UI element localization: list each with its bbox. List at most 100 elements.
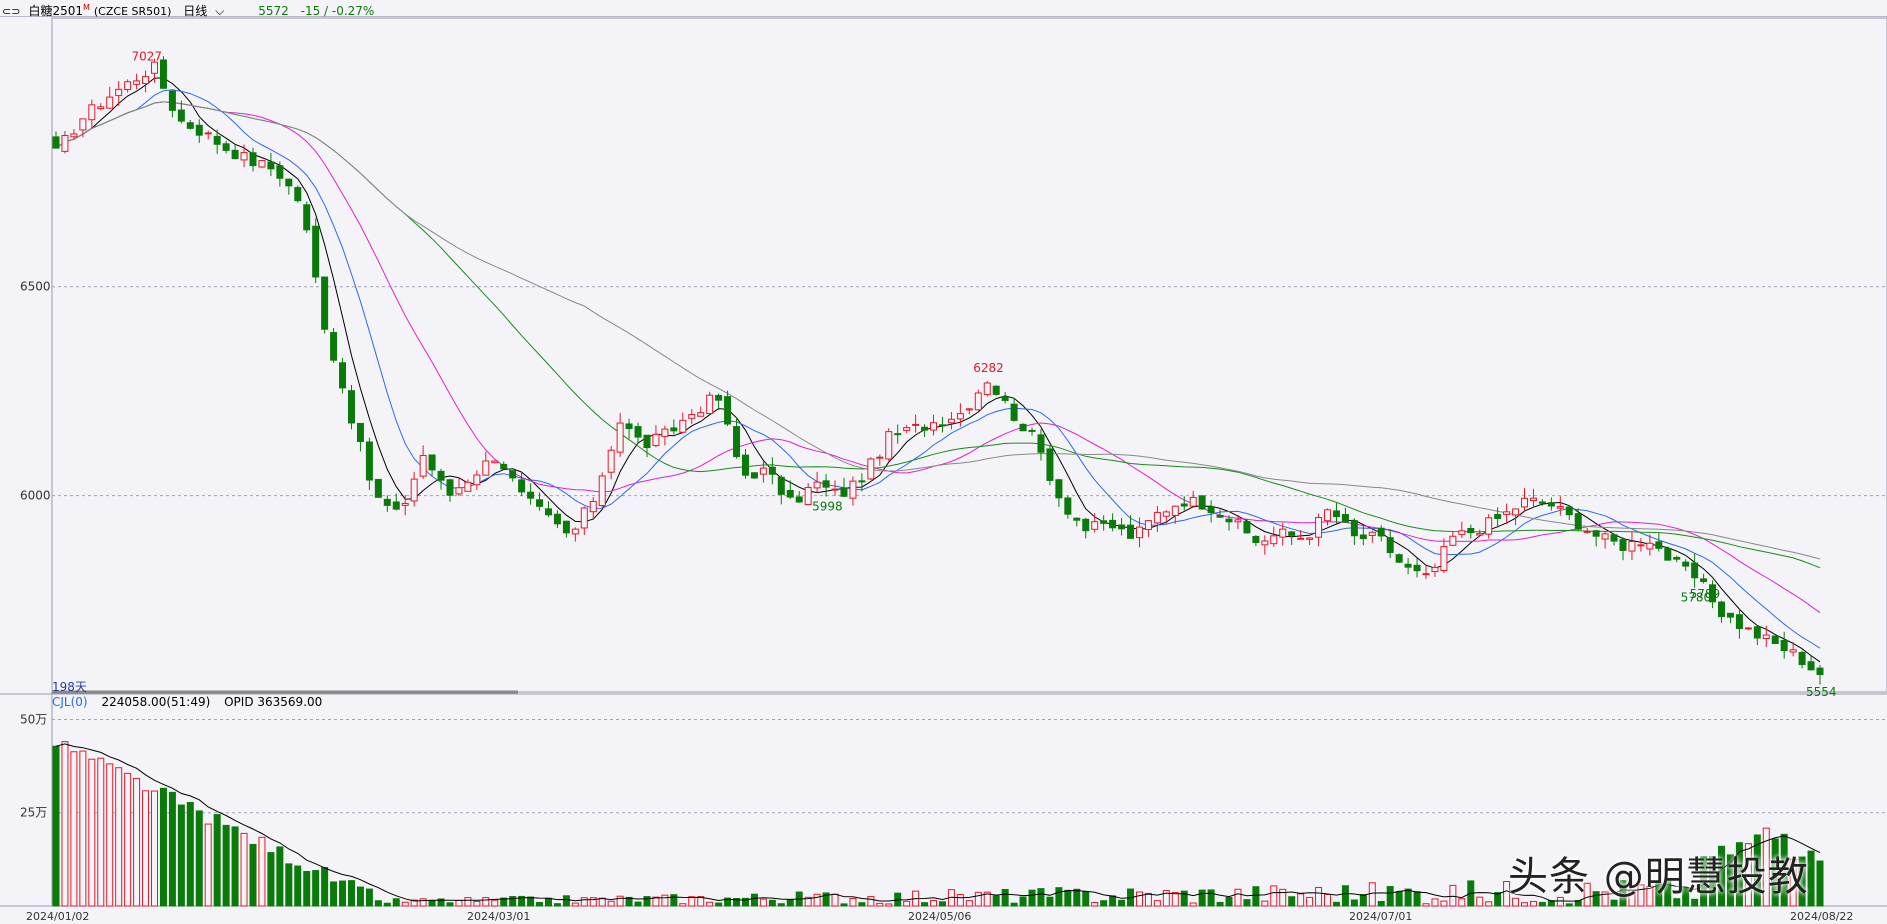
volume-bar <box>867 896 875 907</box>
candle-body <box>159 59 167 89</box>
volume-bar <box>1252 886 1260 907</box>
volume-bar <box>446 902 454 907</box>
candle-body <box>276 165 284 179</box>
link-icon[interactable]: ⊂⊃ <box>2 4 20 20</box>
volume-bar <box>258 836 266 907</box>
candle-body <box>1324 509 1332 522</box>
volume-bar <box>697 896 705 907</box>
title-bar: ⊂⊃ 白糖2501M (CZCE SR501) 日线 ⌵ 5572 -15 / -0… <box>0 0 1887 20</box>
candle-body <box>1718 601 1726 618</box>
candle-body <box>150 61 158 74</box>
ma-legend: MA组合(5,10,20,40,60,0) ⌵ MA5 5619.20 MA10 … <box>52 16 736 34</box>
volume-bar <box>1207 889 1215 907</box>
candle-body <box>1467 527 1475 534</box>
candle-body <box>974 392 982 411</box>
volume-bar <box>715 902 723 907</box>
candle-body <box>634 426 642 438</box>
candle-body <box>401 502 409 506</box>
volume-bar <box>1180 890 1188 907</box>
volume-bar <box>1485 901 1493 907</box>
ma-group-selector[interactable]: MA组合(5,10,20,40,60,0) ⌵ <box>52 18 228 32</box>
candle-body <box>1153 511 1161 524</box>
candle-body <box>267 161 275 170</box>
candle-body <box>912 423 920 426</box>
candle-body <box>473 474 481 486</box>
volume-bar <box>1315 886 1323 907</box>
candle-body <box>1422 573 1430 576</box>
volume-bar <box>303 870 311 907</box>
days-label: 198天 <box>52 680 87 694</box>
volume-bar <box>1189 902 1197 907</box>
volume-bar <box>1324 893 1332 907</box>
candle-body <box>1735 614 1743 630</box>
candle-body <box>303 204 311 231</box>
volume-bar <box>347 880 355 907</box>
candle-body <box>1332 510 1340 518</box>
candle-body <box>419 455 427 477</box>
candle-body <box>589 500 597 513</box>
candle-body <box>1646 542 1654 550</box>
volume-tick-label: 50万 <box>20 712 47 726</box>
candle-body <box>1529 497 1537 502</box>
candle-body <box>1413 564 1421 572</box>
candle-body <box>1368 531 1376 536</box>
candle-body <box>670 427 678 432</box>
volume-bar <box>1467 880 1475 907</box>
extreme-label: 7027 <box>132 50 163 64</box>
candle-body <box>1341 514 1349 523</box>
candle-body <box>1691 562 1699 579</box>
candle-body <box>804 486 812 505</box>
candle-body <box>1592 530 1600 537</box>
candle-body <box>186 122 194 129</box>
candle-body <box>52 136 60 149</box>
candle-body <box>1306 537 1314 540</box>
candle-body <box>1297 537 1305 540</box>
candle-body <box>679 419 687 433</box>
volume-bar <box>97 757 105 907</box>
candle-body <box>1234 519 1242 523</box>
volume-bar <box>894 892 902 907</box>
volume-bar <box>1341 885 1349 907</box>
volume-bar <box>571 902 579 907</box>
candle-body <box>1127 524 1135 539</box>
volume-bar <box>240 832 248 907</box>
watermark: 头条 @明慧投教 <box>1508 854 1809 900</box>
volume-bar <box>759 898 767 907</box>
volume-bar <box>947 889 955 907</box>
candle-body <box>983 382 991 396</box>
candle-body <box>562 520 570 534</box>
volume-bar <box>1395 891 1403 907</box>
candle-body <box>965 408 973 411</box>
volume-bar <box>840 903 848 907</box>
volume-bar <box>885 903 893 907</box>
volume-bar <box>1431 898 1439 907</box>
volume-bar <box>1162 890 1170 907</box>
cjl-name[interactable]: CJL(0) <box>52 695 88 709</box>
candle-body <box>1100 520 1108 524</box>
candle-body <box>616 422 624 453</box>
candle-body <box>1726 612 1734 618</box>
ma-group-label: MA组合(5,10,20,40,60,0) <box>52 18 200 32</box>
candle-body <box>1780 639 1788 652</box>
candle-body <box>1162 511 1170 517</box>
volume-bar <box>124 772 132 907</box>
volume-bar <box>1306 896 1314 907</box>
volume-bar <box>795 891 803 907</box>
candle-body <box>1216 514 1224 518</box>
volume-bar <box>1476 896 1484 907</box>
candle-body <box>553 513 561 525</box>
volume-bar <box>1350 899 1358 907</box>
volume-bar <box>616 895 624 907</box>
candle-body <box>1279 528 1287 538</box>
ma40-line <box>55 101 1821 569</box>
candle-body <box>840 487 848 497</box>
time-tick-label: 2024/05/06 <box>908 910 971 923</box>
volume-bar <box>1028 889 1036 907</box>
candle-body <box>1485 517 1493 535</box>
volume-bar <box>150 790 158 907</box>
price-chart[interactable]: 7027 5998 6282 57895780 5554 6000 6500 25万 50万 2… <box>0 0 1887 924</box>
candle-body <box>88 104 96 121</box>
volume-bar <box>1198 889 1206 907</box>
candle-body <box>661 428 669 437</box>
candle-body <box>1583 530 1591 533</box>
